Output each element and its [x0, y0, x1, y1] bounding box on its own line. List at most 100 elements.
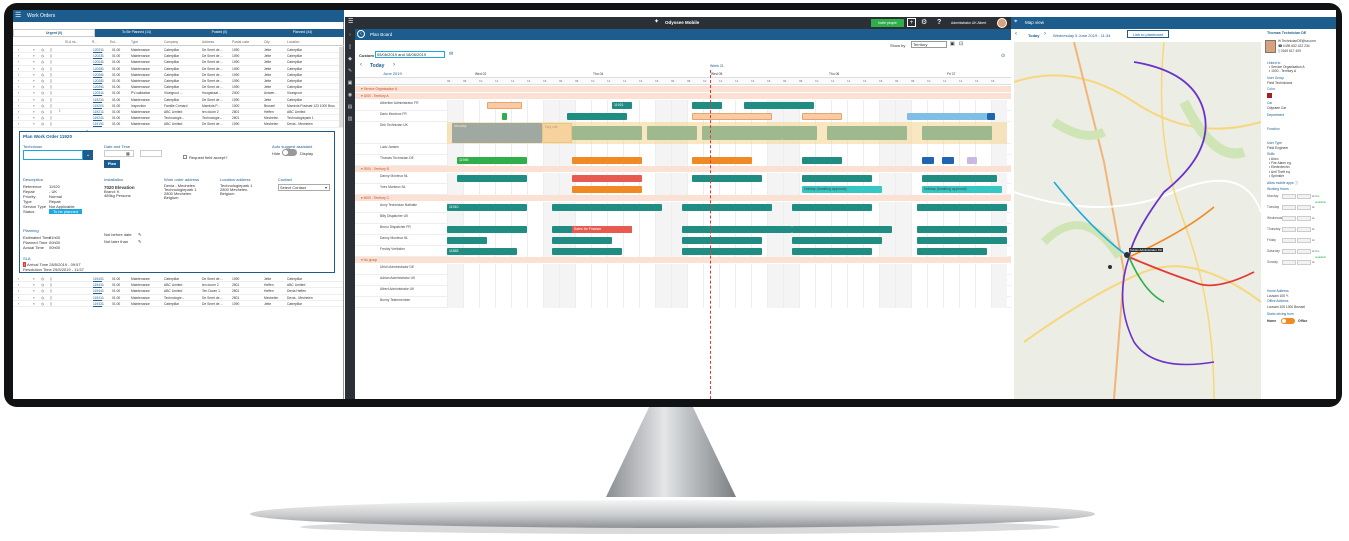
- time-to-input[interactable]: [1297, 259, 1311, 265]
- grid-cell[interactable]: [879, 286, 895, 297]
- phone-icon[interactable]: ▯: [345, 44, 355, 50]
- grid-cell[interactable]: [559, 213, 575, 224]
- grid-cell[interactable]: [751, 213, 767, 224]
- grid-cell[interactable]: [959, 100, 975, 111]
- group-header[interactable]: ▾ 4000 - Territory C: [355, 195, 1011, 201]
- grid-cell[interactable]: [527, 111, 543, 122]
- map-marker-label[interactable]: Tobias Administrator FR: [1129, 248, 1163, 252]
- grid-cell[interactable]: [767, 235, 783, 246]
- grid-cell[interactable]: [607, 213, 623, 224]
- appointment-bar[interactable]: 11883: [447, 248, 517, 255]
- appointment-bar[interactable]: [692, 102, 722, 109]
- technician-input[interactable]: [23, 150, 83, 160]
- appointment-bar[interactable]: [917, 248, 987, 255]
- grid-cell[interactable]: [911, 297, 927, 308]
- grid-cell[interactable]: [559, 264, 575, 275]
- grid-cell[interactable]: [511, 264, 527, 275]
- remove-icon[interactable]: ⊖: [1312, 205, 1315, 209]
- grid-cell[interactable]: [911, 286, 927, 297]
- grid-cell[interactable]: [511, 275, 527, 286]
- grid-cell[interactable]: [527, 144, 543, 155]
- grid-cell[interactable]: [591, 275, 607, 286]
- grid-cell[interactable]: [447, 111, 463, 122]
- cell-id[interactable]: 12023: [93, 53, 102, 59]
- grid-cell[interactable]: [463, 297, 479, 308]
- auto-suggest-toggle[interactable]: [282, 149, 297, 156]
- cell-id[interactable]: 11921: [93, 109, 102, 115]
- grid-cell[interactable]: [799, 144, 815, 155]
- grid-cell[interactable]: [687, 286, 703, 297]
- cell-id[interactable]: 11941: [93, 295, 102, 301]
- grid-cell[interactable]: [895, 100, 911, 111]
- expand-icon[interactable]: ›: [18, 115, 19, 121]
- grid-cell[interactable]: [767, 297, 783, 308]
- time-from-input[interactable]: [1282, 259, 1296, 265]
- grid-cell[interactable]: [607, 275, 623, 286]
- grid-cell[interactable]: [783, 155, 799, 166]
- grid-cell[interactable]: [479, 144, 495, 155]
- grid-cell[interactable]: [671, 144, 687, 155]
- grid-cell[interactable]: [815, 264, 831, 275]
- grid-cell[interactable]: [655, 235, 671, 246]
- grid-cell[interactable]: [719, 297, 735, 308]
- grid-cell[interactable]: [751, 286, 767, 297]
- grid-cell[interactable]: [975, 213, 991, 224]
- grid-cell[interactable]: [591, 297, 607, 308]
- grid-cell[interactable]: [783, 111, 799, 122]
- user-name[interactable]: Administrator UK Albert: [951, 21, 986, 25]
- grid-cell[interactable]: [447, 184, 463, 195]
- grid-cell[interactable]: [623, 286, 639, 297]
- appointment-bar[interactable]: [917, 237, 1007, 244]
- grid-cell[interactable]: [495, 275, 511, 286]
- appointment-bar[interactable]: [987, 113, 995, 120]
- map-prev-icon[interactable]: ‹: [1015, 31, 1017, 37]
- appointment-bar[interactable]: [922, 175, 997, 182]
- grid-cell[interactable]: [591, 264, 607, 275]
- appointment-bar[interactable]: [792, 204, 872, 211]
- grid-cell[interactable]: [767, 286, 783, 297]
- grid-cell[interactable]: [655, 111, 671, 122]
- expand-icon[interactable]: ›: [18, 103, 19, 109]
- grid-cell[interactable]: [543, 111, 559, 122]
- grid-cell[interactable]: [447, 264, 463, 275]
- grid-cell[interactable]: [623, 246, 639, 257]
- grid-cell[interactable]: [543, 173, 559, 184]
- grid-cell[interactable]: [703, 213, 719, 224]
- grid-cell[interactable]: [879, 246, 895, 257]
- appointment-bar[interactable]: Sales for Finance: [572, 226, 632, 233]
- appointment-bar[interactable]: Holiday (Awaiting approval): [802, 186, 882, 193]
- expand-icon[interactable]: ›: [18, 288, 19, 294]
- request-accept-checkbox[interactable]: [183, 155, 187, 159]
- appointment-bar[interactable]: [682, 204, 772, 211]
- grid-cell[interactable]: [895, 184, 911, 195]
- help-icon[interactable]: ?: [937, 18, 941, 27]
- grid-cell[interactable]: [719, 213, 735, 224]
- grid-cell[interactable]: [479, 286, 495, 297]
- grid-cell[interactable]: [527, 246, 543, 257]
- grid-cell[interactable]: [719, 264, 735, 275]
- grid-cell[interactable]: [655, 224, 671, 235]
- grid-cell[interactable]: [703, 297, 719, 308]
- grid-cell[interactable]: [511, 286, 527, 297]
- time-to-input[interactable]: [1297, 204, 1311, 210]
- edit-icon[interactable]: ✎: [1286, 294, 1289, 298]
- briefcase-icon[interactable]: ▣: [345, 80, 355, 86]
- grid-cell[interactable]: [959, 286, 975, 297]
- grid-cell[interactable]: [799, 297, 815, 308]
- grid-cell[interactable]: [447, 213, 463, 224]
- grid-cell[interactable]: [575, 264, 591, 275]
- group-header[interactable]: ▾ 2000 - Territory B: [355, 166, 1011, 172]
- cell-id[interactable]: 11933: [93, 301, 102, 307]
- cell-id[interactable]: 11924: [93, 115, 102, 121]
- grid-cell[interactable]: [639, 246, 655, 257]
- cell-id[interactable]: 11940: [93, 276, 102, 282]
- menu-icon[interactable]: ☰: [348, 19, 353, 26]
- grid-cell[interactable]: [879, 213, 895, 224]
- tab-posted[interactable]: Posted (0): [178, 29, 261, 37]
- grid-cell[interactable]: [623, 297, 639, 308]
- grid-cell[interactable]: [463, 286, 479, 297]
- back-circle-icon[interactable]: ‹: [357, 30, 365, 38]
- grid-cell[interactable]: [591, 100, 607, 111]
- grid-cell[interactable]: [943, 297, 959, 308]
- expand-icon[interactable]: ›: [18, 295, 19, 301]
